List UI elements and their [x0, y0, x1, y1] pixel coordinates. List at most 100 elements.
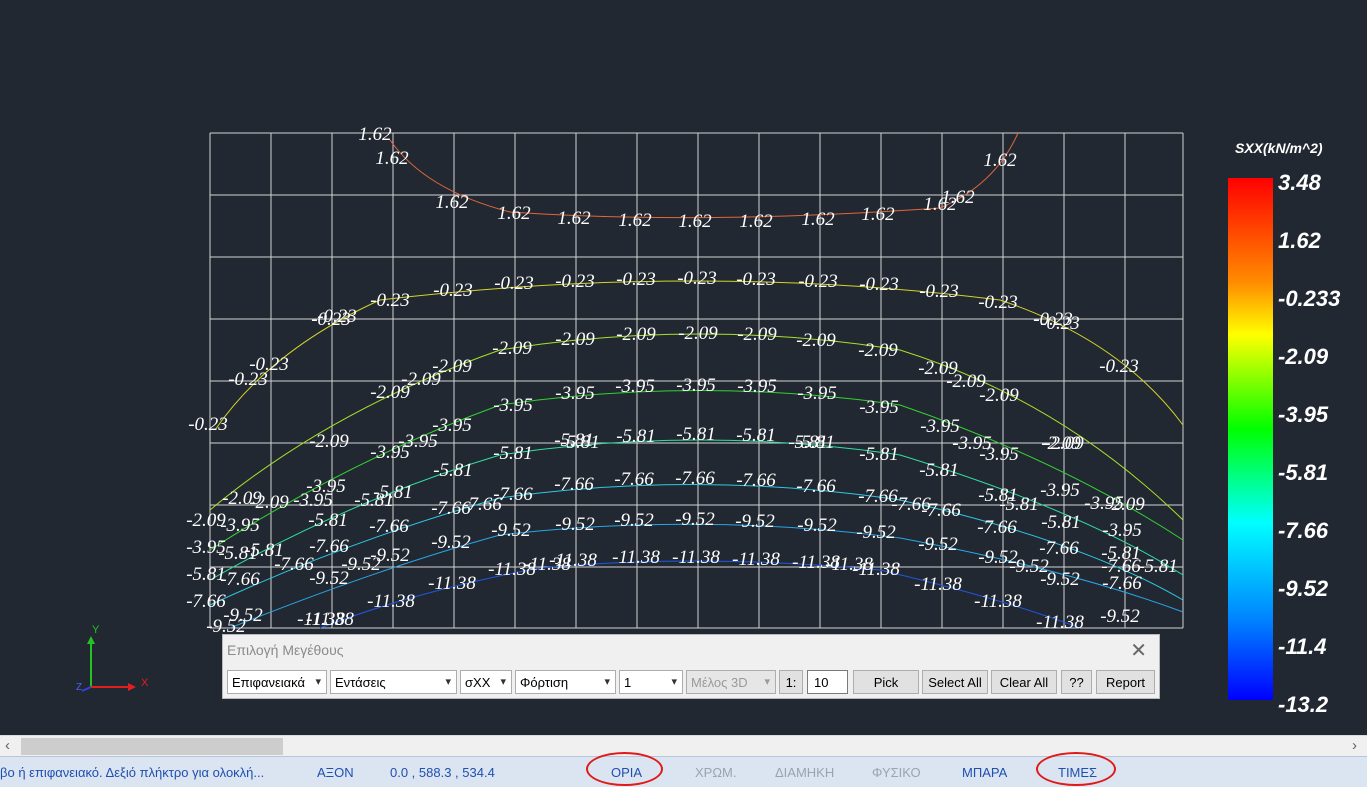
- contour-label: 1.62: [801, 209, 835, 230]
- contour-label: -0.23: [677, 268, 717, 289]
- contour-label: -5.81: [616, 426, 656, 447]
- contour-label: -0.23: [919, 281, 959, 302]
- contour-label: -9.52: [675, 509, 715, 530]
- chevron-down-icon: ▾: [445, 676, 451, 688]
- contour-label: -11.38: [974, 591, 1022, 612]
- legend-ticks: 3.48 1.62 -0.233 -2.09 -3.95 -5.81 -7.66 -9.52 -…: [1278, 170, 1340, 717]
- help-button[interactable]: ??: [1061, 670, 1092, 694]
- contour-plot[interactable]: 1.62 1.62 1.62 1.62 1.62 1.62 1.62 1.62 1.62 1.62…: [0, 0, 1367, 735]
- contour-label: -0.23: [249, 354, 289, 375]
- contour-label: -5.81: [859, 444, 899, 465]
- contour-label: 1.62: [358, 124, 392, 145]
- contour-label: -2.09: [555, 329, 595, 350]
- contour-label: -11.38: [914, 574, 962, 595]
- member-3d-combo: Μέλος 3D ▾: [686, 670, 776, 694]
- step-input[interactable]: 10: [807, 670, 848, 694]
- result-type-combo[interactable]: Εντάσεις ▾: [330, 670, 457, 694]
- legend-tick-label: 3.48: [1278, 170, 1322, 195]
- contour-label: -11.38: [672, 547, 720, 568]
- contour-label: -7.66: [796, 476, 836, 497]
- scroll-left-icon[interactable]: ‹: [5, 737, 10, 754]
- axon-toggle[interactable]: ΑΞΟΝ: [317, 765, 354, 780]
- contour-label: -3.95: [797, 383, 837, 404]
- component-combo[interactable]: σXX ▾: [460, 670, 512, 694]
- contour-label: -7.66: [1102, 573, 1142, 594]
- contour-label: -9.52: [1100, 606, 1140, 627]
- contour-label: -0.23: [978, 292, 1018, 313]
- contour-label: -9.52: [856, 522, 896, 543]
- load-type-combo[interactable]: Φόρτιση ▾: [515, 670, 616, 694]
- contour-label: -5.81: [1041, 512, 1081, 533]
- contour-label: -2.09: [858, 340, 898, 361]
- legend-tick-label: -3.95: [1278, 402, 1329, 427]
- contour-label: -5.81: [788, 432, 828, 453]
- xrom-toggle[interactable]: ΧΡΩΜ.: [695, 765, 737, 780]
- chevron-down-icon: ▾: [764, 676, 770, 688]
- contour-label: -3.95: [1040, 480, 1080, 501]
- contour-label: -11.38: [732, 549, 780, 570]
- legend-tick-label: -0.233: [1278, 286, 1340, 311]
- contour-label: -11.38: [367, 591, 415, 612]
- cursor-coordinates: 0.0 , 588.3 , 534.4: [390, 765, 495, 780]
- mpara-toggle[interactable]: ΜΠΑΡΑ: [962, 765, 1007, 780]
- contour-label: -0.23: [736, 269, 776, 290]
- diamikh-toggle[interactable]: ΔΙΑΜΗΚΗ: [775, 765, 834, 780]
- contour-line--0.23: [214, 280, 1184, 431]
- quantity-selection-dialog[interactable]: Επιλογή Μεγέθους ✕ Επιφανειακά ▾ Εντάσεις…: [222, 634, 1160, 699]
- contour-label: -3.95: [432, 415, 472, 436]
- contour-label: 1.62: [497, 203, 531, 224]
- highlight-circle-oria: [586, 752, 663, 786]
- contour-label: -11.38: [306, 609, 354, 630]
- contour-label: -11.38: [612, 547, 660, 568]
- contour-label: -7.66: [921, 500, 961, 521]
- model-viewport[interactable]: 1.62 1.62 1.62 1.62 1.62 1.62 1.62 1.62 1.62 1.62…: [0, 0, 1367, 735]
- close-icon[interactable]: ✕: [1130, 638, 1147, 663]
- contour-label: -5.81: [308, 510, 348, 531]
- contour-label: 1.62: [618, 210, 652, 231]
- contour-label: -3.95: [979, 444, 1019, 465]
- contour-label: -3.95: [220, 515, 260, 536]
- element-type-combo[interactable]: Επιφανειακά ▾: [227, 670, 327, 694]
- contour-label: -0.23: [616, 269, 656, 290]
- contour-label: -2.09: [309, 431, 349, 452]
- select-all-button[interactable]: Select All: [922, 670, 988, 694]
- contour-label: -0.23: [555, 271, 595, 292]
- scroll-right-icon[interactable]: ›: [1352, 737, 1357, 754]
- fysiko-toggle[interactable]: ΦΥΣΙΚΟ: [872, 765, 921, 780]
- contour-line--11.38: [319, 560, 1081, 629]
- load-case-combo[interactable]: 1 ▾: [619, 670, 683, 694]
- contour-label: -2.09: [737, 324, 777, 345]
- contour-label: -9.52: [918, 534, 958, 555]
- contour-label: -2.09: [616, 324, 656, 345]
- contour-label: -2.09: [492, 338, 532, 359]
- step-button[interactable]: 1:: [779, 670, 803, 694]
- contour-label: -11.38: [852, 559, 900, 580]
- contour-label: -0.23: [188, 414, 228, 435]
- legend-tick-label: -11.4: [1278, 634, 1327, 659]
- contour-label: -3.95: [615, 376, 655, 397]
- contour-label: -5.81: [493, 443, 533, 464]
- contour-label: -9.52: [555, 514, 595, 535]
- contour-label: -0.23: [859, 274, 899, 295]
- scrollbar-thumb[interactable]: [21, 738, 283, 755]
- contour-label: -3.95: [293, 490, 333, 511]
- legend-color-bar: [1228, 178, 1273, 700]
- contour-label: -3.95: [859, 397, 899, 418]
- contour-label: -9.52: [223, 605, 263, 626]
- horizontal-scrollbar[interactable]: ‹ ›: [0, 735, 1367, 756]
- clear-all-button[interactable]: Clear All: [991, 670, 1057, 694]
- pick-button[interactable]: Pick: [853, 670, 919, 694]
- axis-z-label: Z: [76, 682, 82, 693]
- contour-label: -0.23: [317, 306, 357, 327]
- contour-label: 1.62: [861, 204, 895, 225]
- contour-label: -2.09: [432, 356, 472, 377]
- contour-label: 1.62: [557, 208, 591, 229]
- chevron-down-icon: ▾: [500, 676, 506, 688]
- contour-label: -0.23: [433, 280, 473, 301]
- axis-y-label: Y: [92, 624, 100, 636]
- contour-label: 1.62: [983, 150, 1017, 171]
- axis-triad: Y X Z: [76, 624, 149, 693]
- report-button[interactable]: Report: [1096, 670, 1155, 694]
- legend-tick-label: -7.66: [1278, 518, 1329, 543]
- contour-label: -9.52: [614, 510, 654, 531]
